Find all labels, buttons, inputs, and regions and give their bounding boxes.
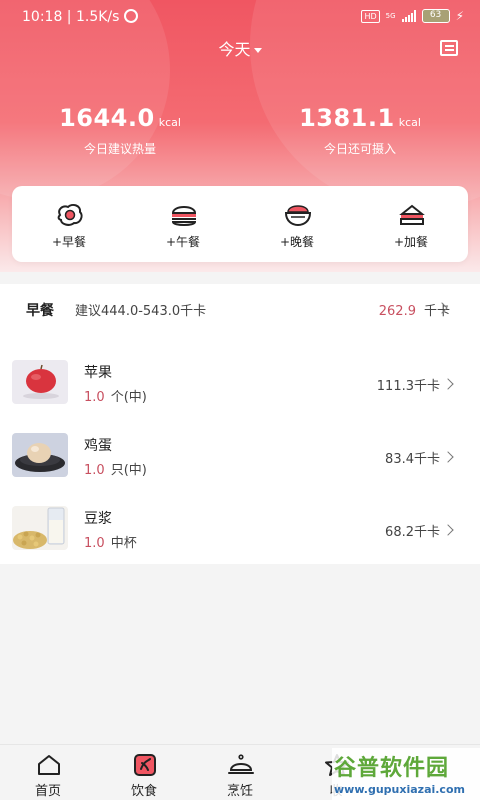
add-dinner-label: +晚餐 — [279, 235, 315, 249]
home-icon — [38, 755, 60, 775]
caret-down-icon — [253, 48, 262, 53]
remaining-value: 1381.1 — [299, 104, 395, 132]
food-kcal: 68.2千卡 — [385, 525, 440, 540]
tab-diet[interactable]: 饮食 — [96, 745, 192, 800]
chevron-right-icon — [442, 451, 454, 463]
tab-cooking[interactable]: 烹饪 — [192, 745, 288, 800]
food-kcal: 83.4千卡 — [385, 452, 440, 467]
add-dinner-button[interactable]: +晚餐 — [240, 186, 354, 262]
breakfast-section: 早餐 建议444.0-543.0千卡 262.9 千卡 苹果 1.0 个(中) 11… — [0, 284, 480, 564]
recommended-label: 今日建议热量 — [83, 142, 156, 156]
battery-icon: 63 — [421, 9, 450, 23]
food-qty-value: 1.0 — [84, 390, 105, 405]
food-quantity: 1.0 个(中) — [84, 386, 147, 405]
add-lunch-button[interactable]: +午餐 — [126, 186, 240, 262]
signal-type: 5G — [385, 12, 396, 20]
burger-icon — [171, 206, 197, 226]
diet-icon — [134, 754, 156, 776]
remaining-unit: kcal — [398, 116, 421, 129]
status-indicators: HD 5G 63 ⚡ — [361, 9, 464, 23]
remaining-calories: 1381.1 kcal 今日还可摄入 — [240, 104, 480, 157]
food-qty-unit: 个(中) — [110, 390, 147, 405]
day-selector[interactable]: 今天 — [0, 36, 480, 60]
rice-bowl-icon — [284, 205, 312, 227]
tab-cooking-label: 烹饪 — [226, 784, 253, 799]
add-breakfast-label: +早餐 — [51, 235, 87, 249]
soy-milk-photo — [12, 506, 68, 550]
alarm-icon — [124, 9, 138, 23]
network-badge: HD — [361, 9, 380, 23]
add-snack-button[interactable]: +加餐 — [354, 186, 468, 262]
day-label: 今天 — [218, 40, 251, 59]
food-name: 苹果 — [84, 365, 112, 381]
food-qty-unit: 中杯 — [110, 536, 137, 551]
watermark-url: www.gupuxiazai.com — [334, 783, 465, 796]
tab-diet-label: 饮食 — [130, 784, 157, 799]
add-snack-label: +加餐 — [393, 235, 429, 249]
food-item-soy-milk[interactable]: 豆浆 1.0 中杯 68.2千卡 — [0, 506, 480, 562]
food-name: 鸡蛋 — [84, 438, 112, 454]
watermark-text: 谷普软件园 — [334, 756, 450, 781]
food-name: 豆浆 — [84, 511, 112, 527]
breakfast-total-value: 262.9 — [378, 304, 416, 319]
chevron-right-icon — [442, 378, 454, 390]
recommended-unit: kcal — [158, 116, 181, 129]
calendar-icon[interactable] — [440, 38, 460, 56]
food-qty-value: 1.0 — [84, 536, 105, 551]
watermark-logo: 谷普软件园 www.gupuxiazai.com — [332, 748, 480, 800]
food-kcal: 111.3千卡 — [376, 379, 440, 394]
chevron-right-icon — [442, 524, 454, 536]
food-quantity: 1.0 只(中) — [84, 459, 147, 478]
cloche-icon — [228, 754, 254, 774]
breakfast-suggestion: 建议444.0-543.0千卡 — [75, 304, 207, 319]
signal-icon — [401, 10, 416, 22]
add-lunch-label: +午餐 — [165, 235, 201, 249]
breakfast-header[interactable]: 早餐 建议444.0-543.0千卡 262.9 千卡 — [0, 284, 480, 332]
apple-photo — [12, 360, 68, 404]
status-bar: 10:18 | 1.5K/s HD 5G 63 ⚡ — [0, 0, 480, 34]
add-meal-card: +早餐 +午餐 +晚餐 +加餐 — [12, 186, 468, 262]
recommended-value: 1644.0 — [59, 104, 155, 132]
egg-photo — [12, 433, 68, 477]
food-item-egg[interactable]: 鸡蛋 1.0 只(中) 83.4千卡 — [0, 433, 480, 489]
remaining-label: 今日还可摄入 — [323, 142, 396, 156]
status-time: 10:18 | 1.5K/s — [22, 9, 120, 25]
sandwich-icon — [399, 204, 425, 225]
charging-icon: ⚡ — [455, 9, 464, 23]
tab-home-label: 首页 — [34, 784, 61, 799]
food-item-apple[interactable]: 苹果 1.0 个(中) 111.3千卡 — [0, 360, 480, 416]
food-qty-unit: 只(中) — [110, 463, 147, 478]
fried-egg-icon — [57, 203, 83, 226]
recommended-calories: 1644.0 kcal 今日建议热量 — [0, 104, 240, 157]
tab-home[interactable]: 首页 — [0, 745, 96, 800]
food-quantity: 1.0 中杯 — [84, 532, 137, 551]
food-qty-value: 1.0 — [84, 463, 105, 478]
breakfast-title: 早餐 — [26, 303, 54, 319]
add-breakfast-button[interactable]: +早餐 — [12, 186, 126, 262]
